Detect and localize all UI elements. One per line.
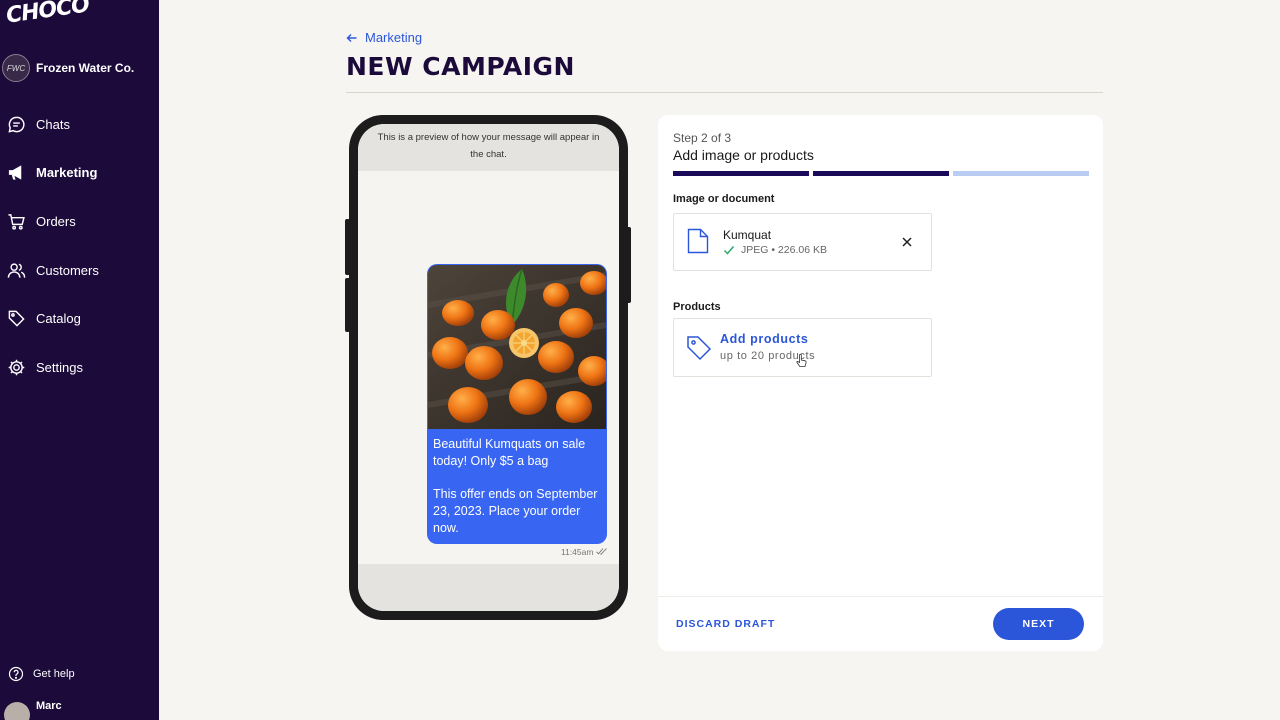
- chat-icon: [8, 116, 25, 133]
- remove-file-button[interactable]: [900, 235, 914, 249]
- sidebar: CHOCO FWC Frozen Water Co. Chats Marketi…: [0, 0, 159, 720]
- tag-icon: [8, 310, 25, 327]
- campaign-step-card: Step 2 of 3 Add image or products Image …: [658, 115, 1103, 651]
- file-meta-label: JPEG • 226.06 KB: [741, 244, 827, 256]
- step-indicator: Step 2 of 3: [673, 131, 732, 145]
- sidebar-item-chats[interactable]: Chats: [0, 100, 159, 149]
- sidebar-nav: Chats Marketing Orders Customers Catalog…: [0, 100, 159, 392]
- check-icon: [723, 246, 735, 255]
- progress-segment: [813, 171, 949, 176]
- next-button[interactable]: NEXT: [993, 608, 1084, 640]
- org-switcher[interactable]: FWC Frozen Water Co.: [2, 54, 134, 82]
- tag-icon: [687, 336, 712, 361]
- footer-divider: [658, 596, 1103, 597]
- progress-segment: [673, 171, 809, 176]
- gear-icon: [8, 359, 25, 376]
- hand-cursor-icon: [796, 354, 807, 367]
- file-name: Kumquat: [723, 228, 772, 242]
- sidebar-item-marketing[interactable]: Marketing: [0, 149, 159, 198]
- get-help-link[interactable]: Get help: [8, 666, 75, 682]
- sidebar-item-orders[interactable]: Orders: [0, 197, 159, 246]
- discard-draft-button[interactable]: DISCARD DRAFT: [676, 618, 775, 630]
- double-check-icon: [596, 548, 607, 555]
- sidebar-item-label: Customers: [36, 262, 99, 278]
- message-time: 11:45am: [561, 547, 607, 557]
- breadcrumb[interactable]: Marketing: [346, 30, 422, 45]
- sidebar-item-label: Marketing: [36, 165, 98, 181]
- avatar: [4, 702, 30, 720]
- header-divider: [346, 92, 1103, 93]
- uploaded-file: Kumquat JPEG • 226.06 KB: [673, 213, 932, 271]
- sidebar-item-label: Orders: [36, 213, 76, 229]
- arrow-left-icon: [346, 33, 357, 42]
- user-name: Marc: [36, 700, 62, 712]
- add-products-button[interactable]: Add products up to 20 products: [673, 318, 932, 377]
- progress-bar: [673, 171, 1089, 176]
- sidebar-item-label: Catalog: [36, 311, 81, 327]
- help-icon: [8, 666, 24, 682]
- kumquat-image: [428, 265, 606, 429]
- org-name: Frozen Water Co.: [36, 61, 135, 75]
- document-icon: [687, 228, 709, 254]
- file-meta: JPEG • 226.06 KB: [723, 244, 827, 256]
- sidebar-item-customers[interactable]: Customers: [0, 246, 159, 295]
- sidebar-item-label: Chats: [36, 116, 70, 132]
- people-icon: [7, 263, 26, 278]
- phone-input-area: [358, 564, 619, 611]
- user-menu[interactable]: Marc: [4, 700, 62, 720]
- get-help-label: Get help: [33, 668, 75, 680]
- breadcrumb-label: Marketing: [365, 30, 423, 45]
- sidebar-item-catalog[interactable]: Catalog: [0, 294, 159, 343]
- products-section-label: Products: [673, 301, 721, 313]
- app-logo[interactable]: CHOCO: [5, 0, 91, 29]
- sidebar-item-settings[interactable]: Settings: [0, 343, 159, 392]
- progress-segment: [953, 171, 1089, 176]
- cart-icon: [8, 214, 25, 230]
- add-products-label: Add products: [720, 332, 809, 346]
- phone-screen: This is a preview of how your message wi…: [358, 124, 619, 611]
- megaphone-icon: [8, 165, 22, 181]
- message-text: Beautiful Kumquats on sale today! Only $…: [433, 437, 598, 535]
- page-title: NEW CAMPAIGN: [346, 52, 575, 81]
- step-title: Add image or products: [673, 147, 814, 163]
- image-section-label: Image or document: [673, 193, 775, 205]
- sidebar-item-label: Settings: [36, 359, 83, 375]
- phone-preview: This is a preview of how your message wi…: [349, 115, 628, 620]
- preview-note: This is a preview of how your message wi…: [358, 124, 619, 171]
- org-avatar: FWC: [2, 54, 30, 82]
- message-bubble: Beautiful Kumquats on sale today! Only $…: [427, 264, 607, 544]
- message-time-label: 11:45am: [561, 547, 594, 557]
